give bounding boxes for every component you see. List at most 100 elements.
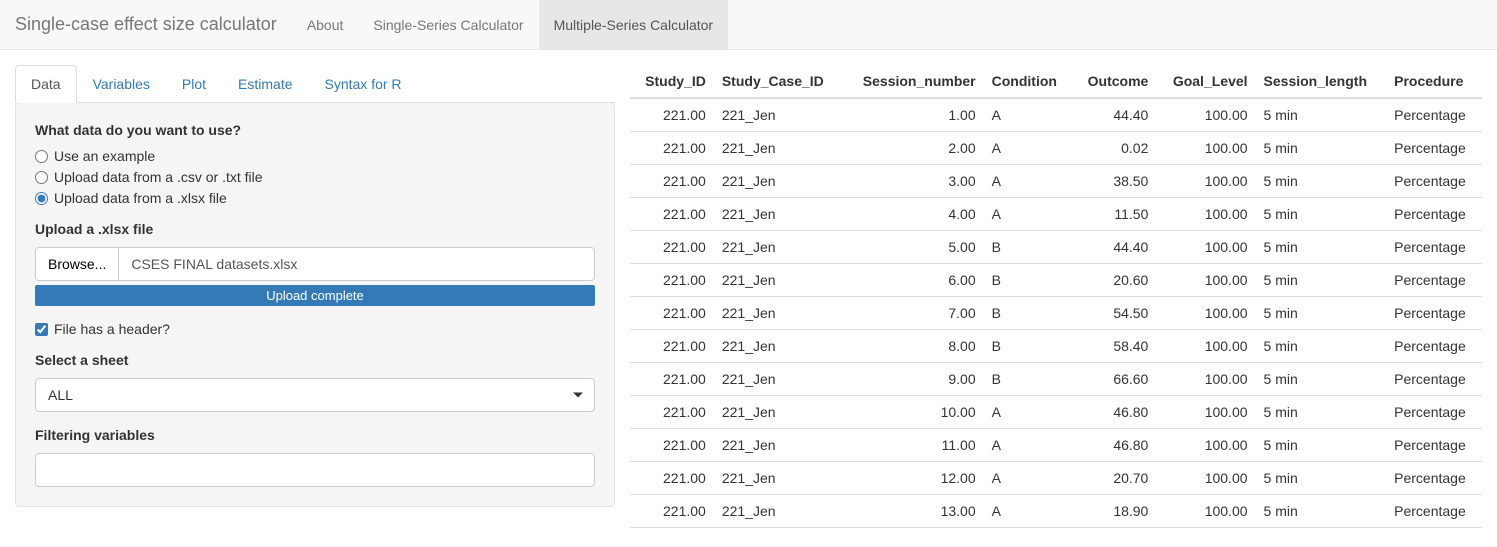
cell-study_id: 221.00	[630, 165, 714, 198]
cell-outcome: 20.70	[1073, 462, 1157, 495]
cell-study_case_id: 221_Jen	[714, 132, 843, 165]
tab-plot[interactable]: Plot	[166, 65, 222, 103]
data-table: Study_IDStudy_Case_IDSession_numberCondi…	[630, 65, 1482, 528]
cell-condition: A	[984, 98, 1073, 132]
cell-session_number: 6.00	[843, 264, 984, 297]
cell-study_id: 221.00	[630, 429, 714, 462]
cell-session_number: 4.00	[843, 198, 984, 231]
sheet-select-wrapper: ALL	[35, 378, 595, 412]
cell-goal_level: 100.00	[1156, 363, 1255, 396]
filter-input[interactable]	[35, 453, 595, 487]
header-checkbox-label[interactable]: File has a header?	[54, 321, 170, 337]
cell-study_case_id: 221_Jen	[714, 330, 843, 363]
browse-button[interactable]: Browse...	[36, 248, 119, 280]
radio-label-xlsx[interactable]: Upload data from a .xlsx file	[54, 190, 227, 206]
data-panel: What data do you want to use? Use an exa…	[15, 102, 615, 507]
cell-condition: B	[984, 330, 1073, 363]
radio-csv[interactable]	[35, 171, 48, 184]
nav-item-about[interactable]: About	[292, 0, 359, 50]
cell-session_length: 5 min	[1256, 132, 1387, 165]
col-header-session_length[interactable]: Session_length	[1256, 65, 1387, 98]
tab-data[interactable]: Data	[15, 65, 77, 103]
col-header-study_case_id[interactable]: Study_Case_ID	[714, 65, 843, 98]
table-row: 221.00221_Jen7.00B54.50100.005 minPercen…	[630, 297, 1482, 330]
cell-goal_level: 100.00	[1156, 132, 1255, 165]
app-brand: Single-case effect size calculator	[15, 14, 292, 35]
cell-procedure: Percentage	[1386, 231, 1482, 264]
cell-outcome: 54.50	[1073, 297, 1157, 330]
cell-study_case_id: 221_Jen	[714, 198, 843, 231]
cell-session_number: 13.00	[843, 495, 984, 528]
cell-study_case_id: 221_Jen	[714, 429, 843, 462]
cell-study_case_id: 221_Jen	[714, 231, 843, 264]
tab-syntax-for-r[interactable]: Syntax for R	[309, 65, 418, 103]
tab-estimate[interactable]: Estimate	[222, 65, 308, 103]
cell-study_id: 221.00	[630, 231, 714, 264]
cell-session_length: 5 min	[1256, 231, 1387, 264]
data-question-label: What data do you want to use?	[35, 122, 595, 138]
cell-condition: A	[984, 198, 1073, 231]
tab-variables[interactable]: Variables	[77, 65, 166, 103]
col-header-study_id[interactable]: Study_ID	[630, 65, 714, 98]
col-header-outcome[interactable]: Outcome	[1073, 65, 1157, 98]
cell-condition: B	[984, 297, 1073, 330]
nav-item-single-series-calculator[interactable]: Single-Series Calculator	[358, 0, 538, 50]
file-input-group: Browse... CSES FINAL datasets.xlsx	[35, 247, 595, 281]
cell-condition: A	[984, 396, 1073, 429]
cell-study_case_id: 221_Jen	[714, 495, 843, 528]
radio-option-xlsx: Upload data from a .xlsx file	[35, 190, 595, 206]
nav-item-multiple-series-calculator[interactable]: Multiple-Series Calculator	[539, 0, 729, 50]
cell-goal_level: 100.00	[1156, 495, 1255, 528]
cell-study_id: 221.00	[630, 132, 714, 165]
table-row: 221.00221_Jen13.00A18.90100.005 minPerce…	[630, 495, 1482, 528]
cell-outcome: 18.90	[1073, 495, 1157, 528]
header-checkbox[interactable]	[35, 323, 48, 336]
header-checkbox-group: File has a header?	[35, 321, 595, 337]
cell-goal_level: 100.00	[1156, 330, 1255, 363]
cell-session_length: 5 min	[1256, 396, 1387, 429]
cell-session_number: 5.00	[843, 231, 984, 264]
upload-progress-bar: Upload complete	[35, 285, 595, 306]
col-header-procedure[interactable]: Procedure	[1386, 65, 1482, 98]
cell-session_length: 5 min	[1256, 429, 1387, 462]
cell-procedure: Percentage	[1386, 462, 1482, 495]
radio-example[interactable]	[35, 150, 48, 163]
cell-goal_level: 100.00	[1156, 429, 1255, 462]
cell-study_id: 221.00	[630, 264, 714, 297]
cell-procedure: Percentage	[1386, 297, 1482, 330]
cell-procedure: Percentage	[1386, 264, 1482, 297]
sheet-select[interactable]: ALL	[35, 378, 595, 412]
table-row: 221.00221_Jen12.00A20.70100.005 minPerce…	[630, 462, 1482, 495]
cell-study_id: 221.00	[630, 462, 714, 495]
cell-procedure: Percentage	[1386, 429, 1482, 462]
cell-study_case_id: 221_Jen	[714, 264, 843, 297]
radio-label-csv[interactable]: Upload data from a .csv or .txt file	[54, 169, 263, 185]
cell-condition: B	[984, 231, 1073, 264]
cell-goal_level: 100.00	[1156, 396, 1255, 429]
cell-goal_level: 100.00	[1156, 462, 1255, 495]
cell-outcome: 0.02	[1073, 132, 1157, 165]
data-table-panel: Study_IDStudy_Case_IDSession_numberCondi…	[630, 65, 1482, 528]
cell-study_case_id: 221_Jen	[714, 363, 843, 396]
table-row: 221.00221_Jen2.00A0.02100.005 minPercent…	[630, 132, 1482, 165]
cell-study_case_id: 221_Jen	[714, 297, 843, 330]
cell-outcome: 44.40	[1073, 98, 1157, 132]
cell-study_case_id: 221_Jen	[714, 462, 843, 495]
col-header-session_number[interactable]: Session_number	[843, 65, 984, 98]
cell-procedure: Percentage	[1386, 132, 1482, 165]
cell-goal_level: 100.00	[1156, 165, 1255, 198]
cell-session_number: 9.00	[843, 363, 984, 396]
cell-procedure: Percentage	[1386, 363, 1482, 396]
cell-study_id: 221.00	[630, 363, 714, 396]
table-row: 221.00221_Jen3.00A38.50100.005 minPercen…	[630, 165, 1482, 198]
cell-session_length: 5 min	[1256, 297, 1387, 330]
col-header-goal_level[interactable]: Goal_Level	[1156, 65, 1255, 98]
main-container: DataVariablesPlotEstimateSyntax for R Wh…	[0, 50, 1497, 543]
radio-label-example[interactable]: Use an example	[54, 148, 155, 164]
cell-session_number: 1.00	[843, 98, 984, 132]
col-header-condition[interactable]: Condition	[984, 65, 1073, 98]
cell-condition: A	[984, 462, 1073, 495]
cell-goal_level: 100.00	[1156, 98, 1255, 132]
radio-xlsx[interactable]	[35, 192, 48, 205]
cell-goal_level: 100.00	[1156, 297, 1255, 330]
